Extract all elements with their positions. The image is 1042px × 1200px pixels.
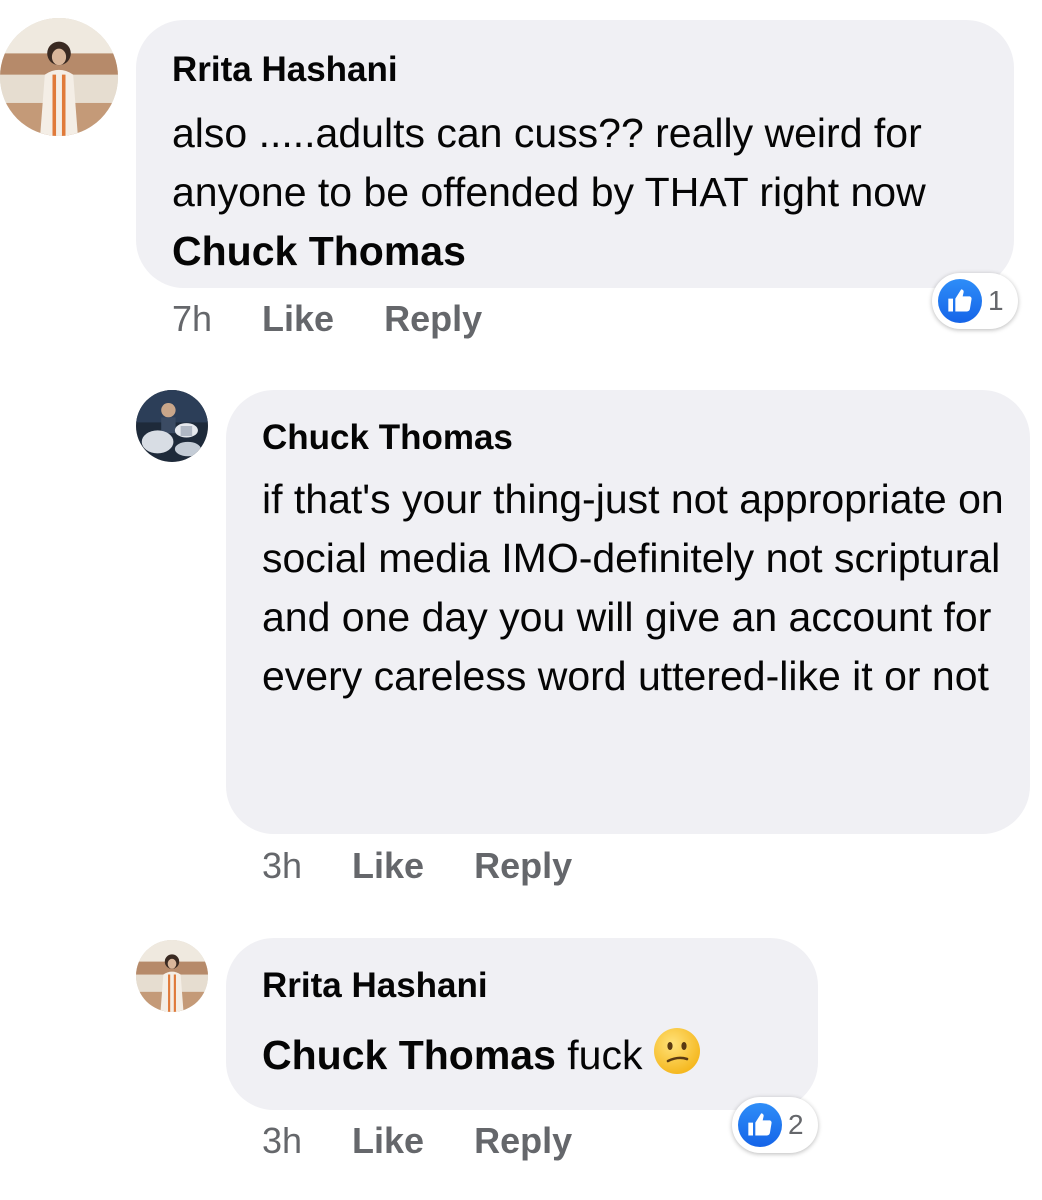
- comment-timestamp[interactable]: 3h: [262, 1120, 302, 1162]
- like-icon: [738, 1103, 782, 1147]
- comment-text: also .....adults can cuss?? really weird…: [172, 104, 984, 281]
- comment-actions: 7h Like Reply: [172, 296, 482, 342]
- comment-bubble: Rrita Hashani Chuck Thomas fuck: [226, 938, 818, 1110]
- comment-actions: 3h Like Reply: [262, 843, 572, 889]
- comment-actions: 3h Like Reply: [262, 1118, 572, 1164]
- like-icon: [938, 279, 982, 323]
- comment-timestamp[interactable]: 7h: [172, 298, 212, 340]
- reaction-count: 1: [988, 285, 1004, 316]
- profile-photo: [0, 18, 118, 136]
- avatar-chuck-thomas[interactable]: [136, 390, 208, 462]
- reply-button[interactable]: Reply: [474, 845, 572, 887]
- reaction-summary[interactable]: 2: [732, 1097, 818, 1153]
- comment-author[interactable]: Rrita Hashani: [172, 50, 984, 90]
- profile-photo: [136, 390, 208, 462]
- avatar-rrita-hashani[interactable]: [136, 940, 208, 1012]
- reply-button[interactable]: Reply: [384, 298, 482, 340]
- reply-button[interactable]: Reply: [474, 1120, 572, 1162]
- comment-body: fuck: [555, 1032, 643, 1078]
- comment-body: also .....adults can cuss?? really weird…: [172, 110, 926, 215]
- like-button[interactable]: Like: [352, 1120, 424, 1162]
- comment-timestamp[interactable]: 3h: [262, 845, 302, 887]
- like-button[interactable]: Like: [262, 298, 334, 340]
- mention-link[interactable]: Chuck Thomas: [262, 1032, 556, 1078]
- comment-bubble: Rrita Hashani also .....adults can cuss?…: [136, 20, 1014, 288]
- reaction-summary[interactable]: 1: [932, 273, 1018, 329]
- confused-face-emoji: [654, 1028, 701, 1074]
- profile-photo: [136, 940, 208, 1012]
- avatar-rrita-hashani[interactable]: [0, 18, 118, 136]
- mention-link[interactable]: Chuck Thomas: [172, 228, 466, 274]
- comment-text: Chuck Thomas fuck: [262, 1026, 794, 1085]
- comment-author[interactable]: Rrita Hashani: [262, 966, 794, 1006]
- like-button[interactable]: Like: [352, 845, 424, 887]
- reaction-count: 2: [788, 1109, 804, 1140]
- comment-text: if that's your thing-just not appropriat…: [262, 476, 1004, 699]
- comment-bubble: Chuck Thomas if that's your thing-just n…: [226, 390, 1030, 834]
- comment-author[interactable]: Chuck Thomas: [262, 418, 1006, 458]
